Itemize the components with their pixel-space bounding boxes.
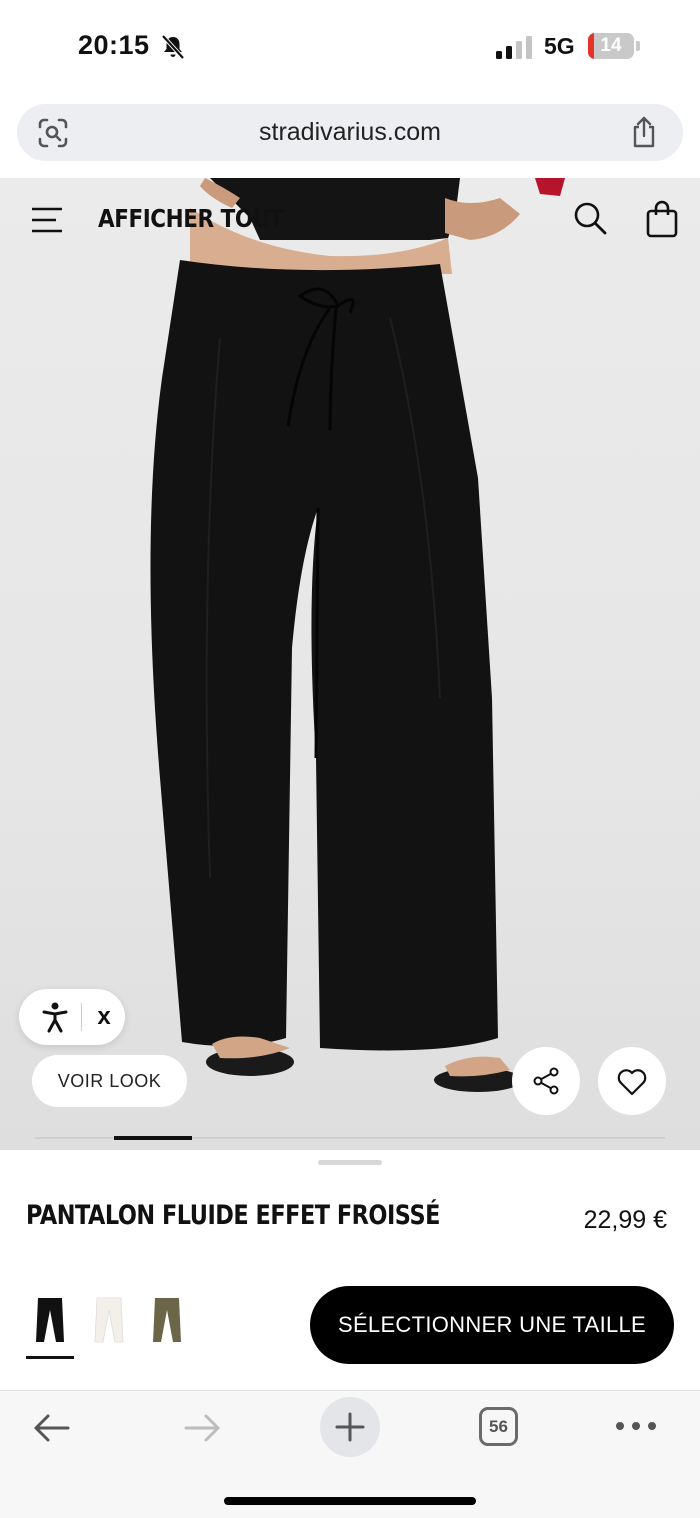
more-options-icon[interactable]	[614, 1417, 658, 1435]
battery-level: 14	[600, 35, 622, 56]
menu-icon[interactable]	[30, 204, 64, 236]
back-arrow-icon[interactable]	[32, 1411, 72, 1445]
nav-title[interactable]: AFFICHER TOUT	[98, 204, 284, 233]
accessibility-divider	[81, 1003, 82, 1031]
tab-switcher-button[interactable]: 56	[479, 1407, 518, 1446]
url-text[interactable]: stradivarius.com	[17, 104, 683, 161]
url-bar[interactable]: stradivarius.com	[17, 104, 683, 161]
product-sheet: PANTALON FLUIDE EFFET FROISSÉ 22,99 € SÉ…	[0, 1150, 700, 1390]
accessibility-widget[interactable]: x	[19, 989, 125, 1045]
signal-icon	[496, 36, 532, 59]
status-time: 20:15	[78, 30, 150, 60]
select-size-button[interactable]: SÉLECTIONNER UNE TAILLE	[310, 1286, 674, 1364]
heart-icon	[617, 1069, 647, 1096]
share-icon[interactable]	[629, 116, 659, 148]
share-product-button[interactable]	[512, 1047, 580, 1115]
browser-toolbar: 56	[0, 1390, 700, 1518]
gallery-pager-active	[114, 1136, 192, 1140]
color-swatch-khaki[interactable]	[143, 1290, 191, 1366]
color-swatch-white[interactable]	[85, 1290, 133, 1366]
product-price: 22,99 €	[583, 1206, 667, 1234]
plus-icon	[335, 1412, 365, 1442]
search-icon[interactable]	[572, 200, 608, 236]
accessibility-close-button[interactable]: x	[91, 1001, 117, 1033]
home-indicator	[224, 1497, 476, 1505]
selected-swatch-indicator	[26, 1356, 74, 1359]
gallery-pager	[35, 1136, 665, 1140]
product-name: PANTALON FLUIDE EFFET FROISSÉ	[26, 1200, 440, 1231]
accessibility-icon[interactable]	[41, 1001, 69, 1033]
voir-look-button[interactable]: VOIR LOOK	[32, 1055, 187, 1107]
battery-icon: 14	[588, 33, 634, 59]
sheet-handle[interactable]	[318, 1160, 382, 1165]
share-nodes-icon	[533, 1067, 559, 1095]
color-swatch-black[interactable]	[26, 1290, 74, 1366]
battery-tip	[636, 41, 640, 51]
status-bar: 20:15 5G 14	[0, 0, 700, 96]
network-label: 5G	[544, 33, 575, 59]
bell-muted-icon	[161, 34, 185, 60]
forward-arrow-icon[interactable]	[182, 1411, 222, 1445]
new-tab-button[interactable]	[320, 1397, 380, 1457]
shopping-bag-icon[interactable]	[645, 200, 679, 238]
favorite-button[interactable]	[598, 1047, 666, 1115]
